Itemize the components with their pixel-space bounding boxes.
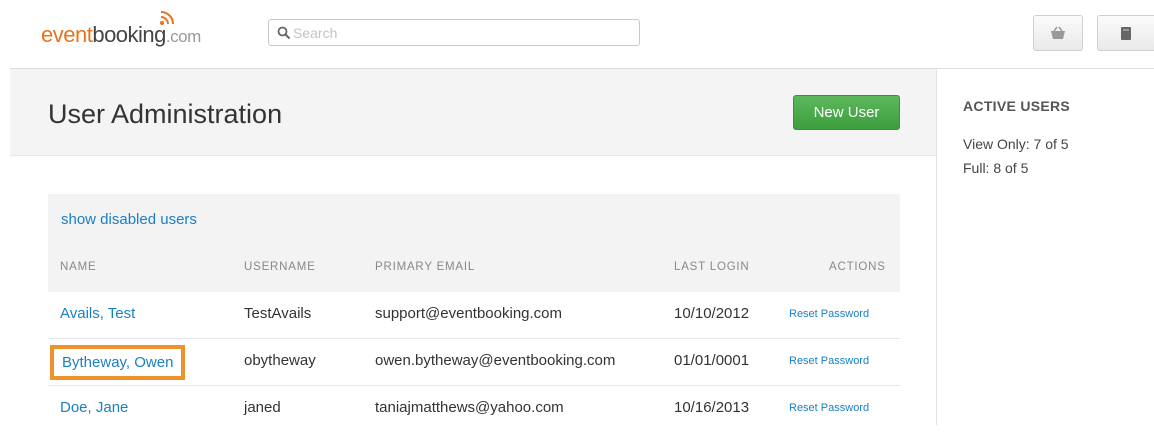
basket-button[interactable] <box>1033 15 1083 51</box>
user-last-login: 10/10/2012 <box>674 305 750 322</box>
user-last-login: 10/16/2013 <box>674 399 750 416</box>
user-name-link-highlighted[interactable]: Bytheway, Owen <box>50 345 186 380</box>
active-users-sidebar: ACTIVE USERS View Only: 7 of 5 Full: 8 o… <box>936 69 1154 425</box>
user-username: TestAvails <box>244 305 312 322</box>
column-header-actions: ACTIONS <box>829 261 886 273</box>
column-header-username: USERNAME <box>244 261 316 273</box>
users-table-header: show disabled users NAME USERNAME PRIMAR… <box>48 194 900 292</box>
user-username: obytheway <box>244 352 316 369</box>
table-row: Avails, Test TestAvails support@eventboo… <box>48 292 900 339</box>
eventbooking-logo[interactable]: eventbooking.com <box>41 11 201 48</box>
logo-part-domain: .com <box>165 27 201 46</box>
show-disabled-users-link[interactable]: show disabled users <box>61 211 197 228</box>
user-email: taniajmatthews@yahoo.com <box>375 399 564 416</box>
reset-password-link[interactable]: Reset Password <box>789 402 869 414</box>
reset-password-link[interactable]: Reset Password <box>789 355 869 367</box>
table-row: Bytheway, Owen obytheway owen.bytheway@e… <box>48 339 900 386</box>
search-box[interactable] <box>268 19 640 46</box>
column-header-last-login: LAST LOGIN <box>674 261 750 273</box>
logo-part-event: event <box>41 22 93 47</box>
search-icon <box>277 26 291 40</box>
full-count: Full: 8 of 5 <box>963 160 1029 176</box>
table-row: Doe, Jane janed taniajmatthews@yahoo.com… <box>48 386 900 433</box>
column-header-name: NAME <box>60 261 97 273</box>
user-name-link[interactable]: Doe, Jane <box>60 399 128 416</box>
active-users-title: ACTIVE USERS <box>963 98 1071 114</box>
book-icon <box>1121 26 1131 40</box>
top-header: eventbooking.com <box>0 0 1154 68</box>
column-header-email: PRIMARY EMAIL <box>375 261 476 273</box>
user-name-link[interactable]: Avails, Test <box>60 305 135 322</box>
user-email: support@eventbooking.com <box>375 305 563 322</box>
basket-icon <box>1051 26 1065 39</box>
user-last-login: 01/01/0001 <box>674 352 750 369</box>
book-button[interactable] <box>1097 15 1154 51</box>
logo-part-booking: booking <box>92 22 166 47</box>
page-title: User Administration <box>48 99 283 129</box>
new-user-button[interactable]: New User <box>793 95 900 130</box>
search-input[interactable] <box>293 23 633 43</box>
user-email: owen.bytheway@eventbooking.com <box>375 352 616 369</box>
user-username: janed <box>244 399 281 416</box>
broadcast-icon <box>160 11 174 25</box>
view-only-count: View Only: 7 of 5 <box>963 136 1069 152</box>
page-title-bar: User Administration New User <box>10 69 936 156</box>
reset-password-link[interactable]: Reset Password <box>789 308 869 320</box>
